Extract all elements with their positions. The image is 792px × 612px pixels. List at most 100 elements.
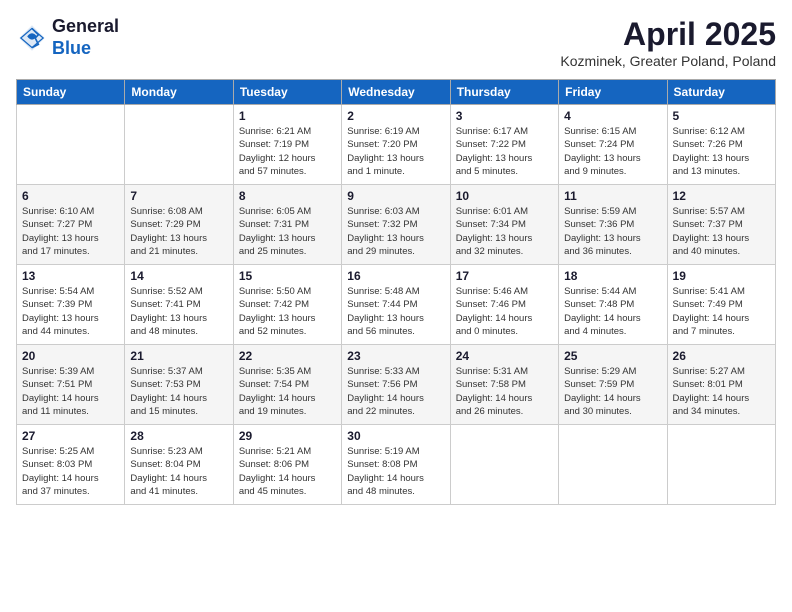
day-number: 7	[130, 189, 227, 203]
month-title: April 2025	[560, 16, 776, 53]
day-number: 2	[347, 109, 444, 123]
day-info: Sunrise: 6:10 AM Sunset: 7:27 PM Dayligh…	[22, 205, 119, 258]
day-number: 24	[456, 349, 553, 363]
calendar-cell: 14 Sunrise: 5:52 AM Sunset: 7:41 PM Dayli…	[125, 265, 233, 345]
week-row-5: 27 Sunrise: 5:25 AM Sunset: 8:03 PM Dayli…	[17, 425, 776, 505]
day-number: 25	[564, 349, 661, 363]
day-info: Sunrise: 5:52 AM Sunset: 7:41 PM Dayligh…	[130, 285, 227, 338]
day-info: Sunrise: 5:37 AM Sunset: 7:53 PM Dayligh…	[130, 365, 227, 418]
day-info: Sunrise: 5:25 AM Sunset: 8:03 PM Dayligh…	[22, 445, 119, 498]
weekday-header-wednesday: Wednesday	[342, 80, 450, 105]
calendar-cell: 4Sunrise: 6:15 AM Sunset: 7:24 PM Daylig…	[559, 105, 667, 185]
day-info: Sunrise: 5:57 AM Sunset: 7:37 PM Dayligh…	[673, 205, 770, 258]
day-number: 30	[347, 429, 444, 443]
day-number: 22	[239, 349, 336, 363]
day-number: 12	[673, 189, 770, 203]
weekday-header-saturday: Saturday	[667, 80, 775, 105]
day-info: Sunrise: 5:41 AM Sunset: 7:49 PM Dayligh…	[673, 285, 770, 338]
day-number: 19	[673, 269, 770, 283]
calendar-cell: 21 Sunrise: 5:37 AM Sunset: 7:53 PM Dayli…	[125, 345, 233, 425]
day-info: Sunrise: 5:31 AM Sunset: 7:58 PM Dayligh…	[456, 365, 553, 418]
day-number: 21	[130, 349, 227, 363]
calendar-cell: 17Sunrise: 5:46 AM Sunset: 7:46 PM Dayli…	[450, 265, 558, 345]
calendar-cell: 27 Sunrise: 5:25 AM Sunset: 8:03 PM Dayli…	[17, 425, 125, 505]
day-info: Sunrise: 5:44 AM Sunset: 7:48 PM Dayligh…	[564, 285, 661, 338]
calendar-table: SundayMondayTuesdayWednesdayThursdayFrid…	[16, 79, 776, 505]
calendar-cell: 9 Sunrise: 6:03 AM Sunset: 7:32 PM Daylig…	[342, 185, 450, 265]
logo-icon	[16, 22, 48, 54]
weekday-header-sunday: Sunday	[17, 80, 125, 105]
calendar-cell: 24 Sunrise: 5:31 AM Sunset: 7:58 PM Dayli…	[450, 345, 558, 425]
calendar-cell: 13 Sunrise: 5:54 AM Sunset: 7:39 PM Dayli…	[17, 265, 125, 345]
day-number: 28	[130, 429, 227, 443]
calendar-cell: 19 Sunrise: 5:41 AM Sunset: 7:49 PM Dayli…	[667, 265, 775, 345]
day-info: Sunrise: 6:12 AM Sunset: 7:26 PM Dayligh…	[673, 125, 770, 178]
calendar-cell	[559, 425, 667, 505]
day-info: Sunrise: 6:15 AM Sunset: 7:24 PM Dayligh…	[564, 125, 661, 178]
day-info: Sunrise: 5:54 AM Sunset: 7:39 PM Dayligh…	[22, 285, 119, 338]
day-number: 29	[239, 429, 336, 443]
weekday-header-tuesday: Tuesday	[233, 80, 341, 105]
calendar-cell: 22 Sunrise: 5:35 AM Sunset: 7:54 PM Dayli…	[233, 345, 341, 425]
calendar-cell: 2 Sunrise: 6:19 AM Sunset: 7:20 PM Daylig…	[342, 105, 450, 185]
week-row-3: 13 Sunrise: 5:54 AM Sunset: 7:39 PM Dayli…	[17, 265, 776, 345]
week-row-1: 1 Sunrise: 6:21 AM Sunset: 7:19 PM Daylig…	[17, 105, 776, 185]
logo-text: General Blue	[52, 16, 119, 59]
calendar-cell: 3Sunrise: 6:17 AM Sunset: 7:22 PM Daylig…	[450, 105, 558, 185]
day-number: 9	[347, 189, 444, 203]
logo-general: General	[52, 16, 119, 36]
day-number: 5	[673, 109, 770, 123]
day-number: 23	[347, 349, 444, 363]
day-number: 18	[564, 269, 661, 283]
calendar-cell	[125, 105, 233, 185]
day-info: Sunrise: 5:23 AM Sunset: 8:04 PM Dayligh…	[130, 445, 227, 498]
day-info: Sunrise: 6:03 AM Sunset: 7:32 PM Dayligh…	[347, 205, 444, 258]
day-number: 10	[456, 189, 553, 203]
calendar-cell: 15Sunrise: 5:50 AM Sunset: 7:42 PM Dayli…	[233, 265, 341, 345]
page-header: General Blue April 2025 Kozminek, Greate…	[16, 16, 776, 69]
day-info: Sunrise: 5:21 AM Sunset: 8:06 PM Dayligh…	[239, 445, 336, 498]
calendar-cell: 8Sunrise: 6:05 AM Sunset: 7:31 PM Daylig…	[233, 185, 341, 265]
day-info: Sunrise: 6:17 AM Sunset: 7:22 PM Dayligh…	[456, 125, 553, 178]
calendar-cell: 26Sunrise: 5:27 AM Sunset: 8:01 PM Dayli…	[667, 345, 775, 425]
calendar-cell	[17, 105, 125, 185]
calendar-cell: 23 Sunrise: 5:33 AM Sunset: 7:56 PM Dayli…	[342, 345, 450, 425]
calendar-cell: 25 Sunrise: 5:29 AM Sunset: 7:59 PM Dayli…	[559, 345, 667, 425]
day-info: Sunrise: 5:39 AM Sunset: 7:51 PM Dayligh…	[22, 365, 119, 418]
day-info: Sunrise: 5:29 AM Sunset: 7:59 PM Dayligh…	[564, 365, 661, 418]
day-number: 13	[22, 269, 119, 283]
calendar-cell: 16Sunrise: 5:48 AM Sunset: 7:44 PM Dayli…	[342, 265, 450, 345]
calendar-cell: 6 Sunrise: 6:10 AM Sunset: 7:27 PM Daylig…	[17, 185, 125, 265]
day-info: Sunrise: 6:08 AM Sunset: 7:29 PM Dayligh…	[130, 205, 227, 258]
week-row-2: 6 Sunrise: 6:10 AM Sunset: 7:27 PM Daylig…	[17, 185, 776, 265]
day-number: 6	[22, 189, 119, 203]
day-info: Sunrise: 5:35 AM Sunset: 7:54 PM Dayligh…	[239, 365, 336, 418]
day-info: Sunrise: 5:33 AM Sunset: 7:56 PM Dayligh…	[347, 365, 444, 418]
logo: General Blue	[16, 16, 119, 59]
weekday-header-row: SundayMondayTuesdayWednesdayThursdayFrid…	[17, 80, 776, 105]
day-info: Sunrise: 5:59 AM Sunset: 7:36 PM Dayligh…	[564, 205, 661, 258]
day-info: Sunrise: 5:19 AM Sunset: 8:08 PM Dayligh…	[347, 445, 444, 498]
day-number: 26	[673, 349, 770, 363]
weekday-header-friday: Friday	[559, 80, 667, 105]
day-number: 1	[239, 109, 336, 123]
calendar-cell: 12 Sunrise: 5:57 AM Sunset: 7:37 PM Dayli…	[667, 185, 775, 265]
calendar-cell: 18 Sunrise: 5:44 AM Sunset: 7:48 PM Dayli…	[559, 265, 667, 345]
day-number: 14	[130, 269, 227, 283]
day-number: 11	[564, 189, 661, 203]
title-block: April 2025 Kozminek, Greater Poland, Pol…	[560, 16, 776, 69]
day-number: 27	[22, 429, 119, 443]
week-row-4: 20Sunrise: 5:39 AM Sunset: 7:51 PM Dayli…	[17, 345, 776, 425]
calendar-cell: 20Sunrise: 5:39 AM Sunset: 7:51 PM Dayli…	[17, 345, 125, 425]
calendar-cell: 5 Sunrise: 6:12 AM Sunset: 7:26 PM Daylig…	[667, 105, 775, 185]
logo-blue: Blue	[52, 38, 91, 58]
location: Kozminek, Greater Poland, Poland	[560, 53, 776, 69]
day-info: Sunrise: 6:19 AM Sunset: 7:20 PM Dayligh…	[347, 125, 444, 178]
weekday-header-monday: Monday	[125, 80, 233, 105]
calendar-cell: 7 Sunrise: 6:08 AM Sunset: 7:29 PM Daylig…	[125, 185, 233, 265]
day-number: 17	[456, 269, 553, 283]
calendar-cell: 11 Sunrise: 5:59 AM Sunset: 7:36 PM Dayli…	[559, 185, 667, 265]
day-number: 15	[239, 269, 336, 283]
day-info: Sunrise: 6:01 AM Sunset: 7:34 PM Dayligh…	[456, 205, 553, 258]
day-info: Sunrise: 6:21 AM Sunset: 7:19 PM Dayligh…	[239, 125, 336, 178]
